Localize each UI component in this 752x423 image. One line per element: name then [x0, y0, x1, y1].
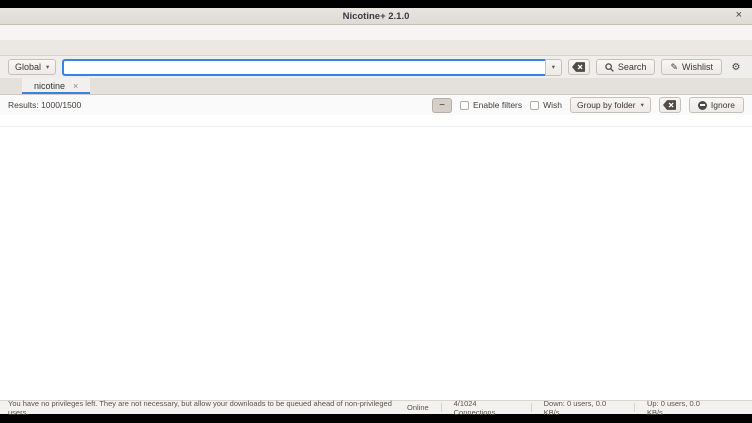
clear-icon	[572, 62, 585, 72]
pencil-icon: ✎	[670, 62, 678, 73]
search-session-tab-bar: nicotine ×	[0, 78, 752, 95]
results-list	[0, 127, 752, 400]
app-window: Nicotine+ 2.1.0 × Global ▾ ▾ Search ✎ Wi…	[0, 8, 752, 414]
results-count: Results: 1000/1500	[8, 100, 81, 110]
enable-filters-checkbox[interactable]: Enable filters	[460, 100, 522, 110]
block-icon	[698, 101, 707, 110]
search-icon	[605, 63, 614, 72]
upload-status: Up: 0 users, 0.0 KB/s	[647, 399, 716, 417]
search-history-dropdown[interactable]: ▾	[545, 59, 562, 76]
search-scope-dropdown[interactable]: Global ▾	[8, 59, 56, 75]
chevron-down-icon: ▾	[552, 63, 555, 71]
window-close-button[interactable]: ×	[736, 9, 742, 21]
group-mode-dropdown[interactable]: Group by folder ▾	[570, 97, 651, 113]
clear-results-button[interactable]	[659, 97, 681, 113]
search-button[interactable]: Search	[596, 59, 656, 75]
ignore-button-label: Ignore	[711, 100, 735, 110]
gear-icon: ⚙	[732, 62, 741, 73]
search-scope-value: Global	[15, 62, 41, 72]
wishlist-button-label: Wishlist	[682, 62, 713, 72]
group-mode-value: Group by folder	[577, 100, 636, 110]
search-entry-group: ▾	[62, 59, 562, 76]
results-column-header	[0, 115, 752, 127]
status-bar: You have no privileges left. They are no…	[0, 400, 752, 414]
search-button-label: Search	[618, 62, 647, 72]
wishlist-button[interactable]: ✎ Wishlist	[661, 59, 722, 75]
window-title: Nicotine+ 2.1.0	[343, 11, 410, 22]
clear-icon	[663, 100, 676, 110]
download-status: Down: 0 users, 0.0 KB/s	[544, 399, 622, 417]
chevron-down-icon: ▾	[641, 101, 644, 109]
privileges-message: You have no privileges left. They are no…	[8, 399, 407, 417]
divider	[441, 403, 442, 412]
wish-checkbox[interactable]: Wish	[530, 100, 562, 110]
chevron-down-icon: ▾	[46, 63, 49, 71]
clear-search-history-button[interactable]	[568, 59, 590, 75]
enable-filters-label: Enable filters	[473, 100, 522, 110]
results-toolbar: Results: 1000/1500 − Enable filters Wish…	[0, 95, 752, 115]
close-tab-icon[interactable]: ×	[73, 81, 78, 91]
collapse-all-button[interactable]: −	[432, 98, 452, 113]
status-right-group: Online 4/1024 Connections Down: 0 users,…	[407, 399, 716, 417]
search-toolbar: Global ▾ ▾ Search ✎ Wishlist ⚙	[0, 56, 752, 78]
checkbox-icon	[530, 101, 539, 110]
divider	[634, 403, 635, 412]
minus-icon: −	[439, 100, 445, 111]
menubar	[0, 25, 752, 40]
checkbox-icon	[460, 101, 469, 110]
search-input[interactable]	[62, 59, 545, 76]
search-tab-nicotine[interactable]: nicotine ×	[22, 78, 90, 94]
titlebar[interactable]: Nicotine+ 2.1.0 ×	[0, 8, 752, 25]
settings-button[interactable]: ⚙	[728, 59, 744, 75]
wish-label: Wish	[543, 100, 562, 110]
ignore-user-button[interactable]: Ignore	[689, 97, 744, 113]
main-tab-bar	[0, 40, 752, 56]
connections-count: 4/1024 Connections	[454, 399, 519, 417]
search-tab-label: nicotine	[34, 81, 65, 91]
divider	[531, 403, 532, 412]
online-status: Online	[407, 403, 429, 412]
